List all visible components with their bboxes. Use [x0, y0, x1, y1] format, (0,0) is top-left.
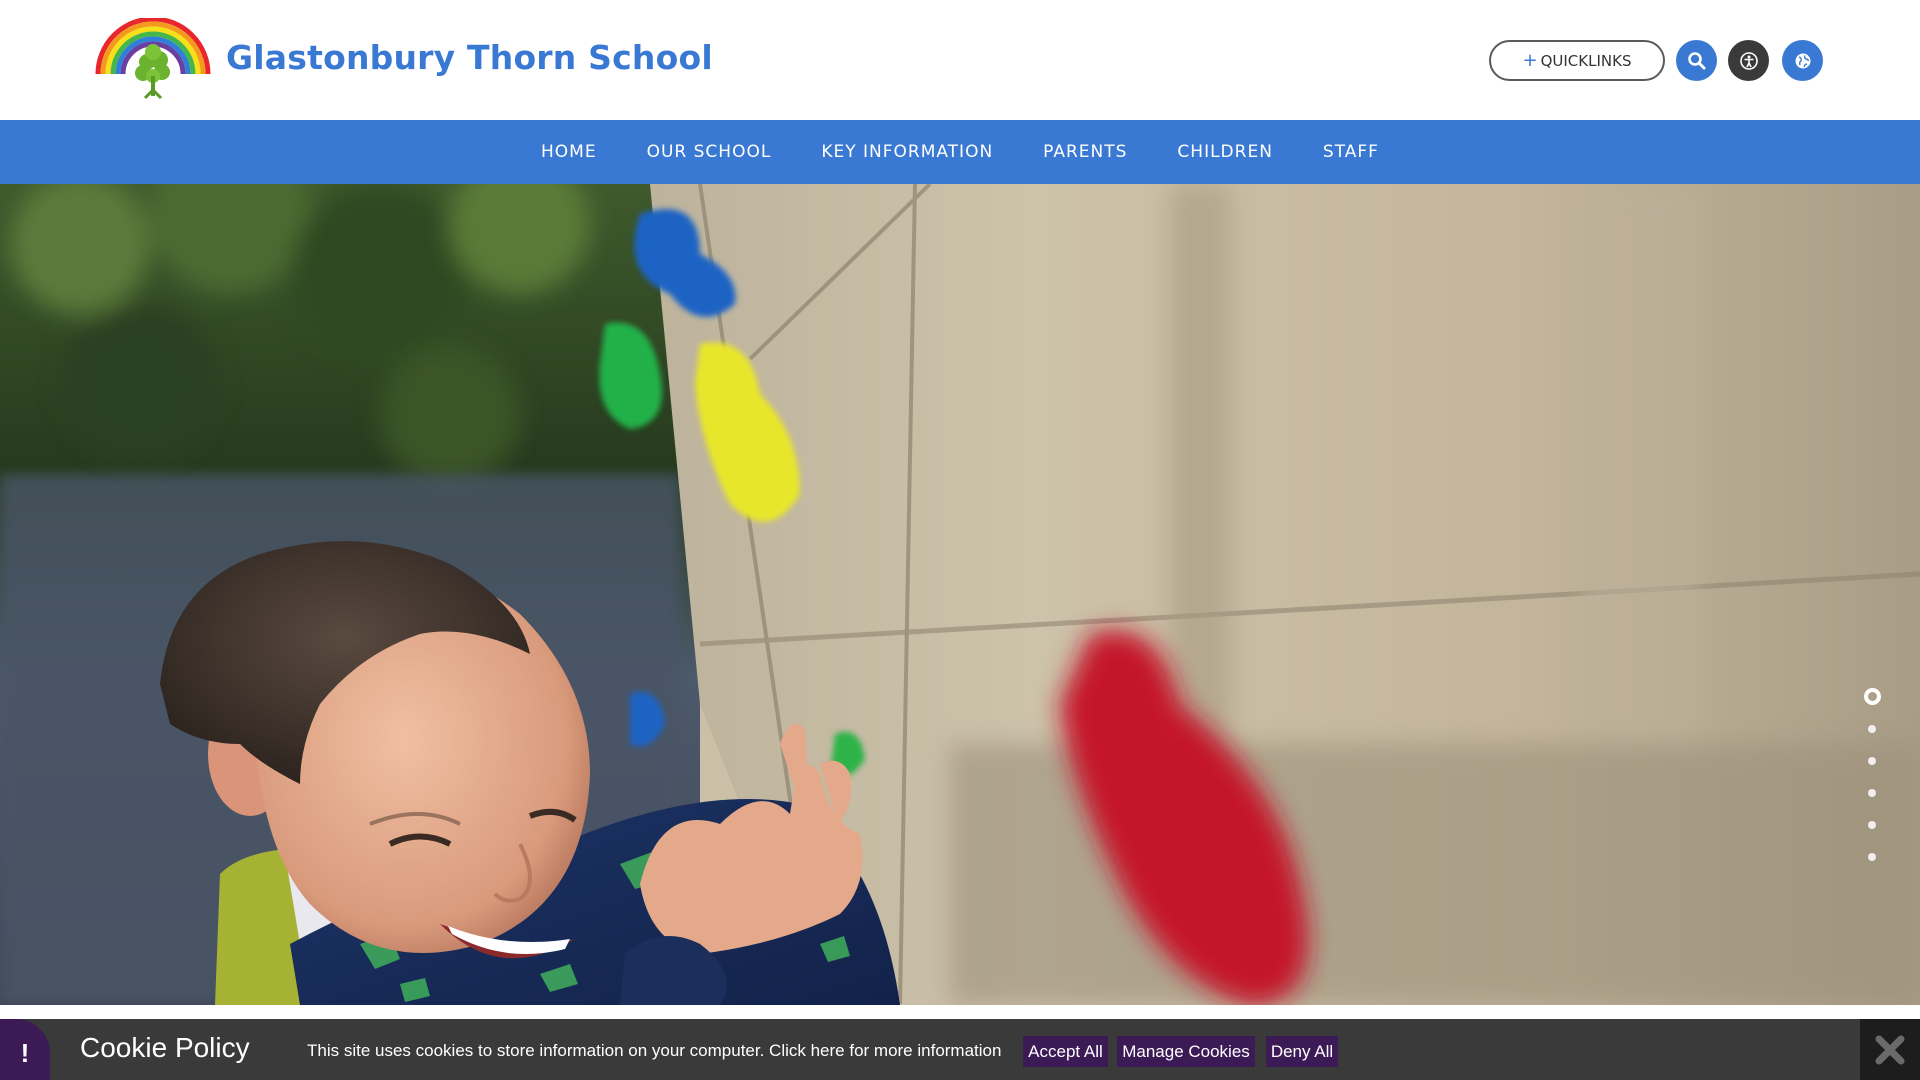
slide-dot-4[interactable] [1868, 789, 1876, 797]
main-navigation: HOME OUR SCHOOL KEY INFORMATION PARENTS … [0, 120, 1920, 184]
deny-all-button[interactable]: Deny All [1266, 1036, 1338, 1067]
slide-dot-6[interactable] [1868, 853, 1876, 861]
cookie-warning-icon: ! [0, 1019, 50, 1080]
slide-dot-2[interactable] [1868, 725, 1876, 733]
globe-icon [1795, 53, 1810, 68]
nav-item-key-information[interactable]: KEY INFORMATION [796, 142, 1018, 162]
accessibility-button[interactable] [1728, 40, 1769, 81]
translate-button[interactable] [1782, 40, 1823, 81]
slide-dot-1[interactable] [1863, 688, 1881, 705]
nav-item-home[interactable]: HOME [516, 142, 622, 162]
nav-item-parents[interactable]: PARENTS [1018, 142, 1152, 162]
content-divider [0, 1005, 1920, 1019]
school-name[interactable]: Glastonbury Thorn School [226, 38, 713, 77]
site-header: Glastonbury Thorn School + QUICKLINKS [0, 0, 1920, 120]
nav-item-children[interactable]: CHILDREN [1152, 142, 1298, 162]
nav-item-our-school[interactable]: OUR SCHOOL [622, 142, 797, 162]
accessibility-icon [1739, 51, 1758, 70]
manage-cookies-button[interactable]: Manage Cookies [1117, 1036, 1255, 1067]
hero-slideshow [0, 184, 1920, 1005]
cookie-title: Cookie Policy [80, 1032, 250, 1063]
school-logo[interactable] [95, 18, 211, 102]
slide-dot-3[interactable] [1868, 757, 1876, 765]
nav-item-staff[interactable]: STAFF [1298, 142, 1404, 162]
slide-dot-5[interactable] [1868, 821, 1876, 829]
cookie-info-link[interactable]: This site uses cookies to store informat… [307, 1041, 1001, 1061]
search-icon [1687, 51, 1705, 69]
cookie-close-button[interactable] [1860, 1019, 1920, 1080]
plus-icon: + [1522, 49, 1538, 71]
quicklinks-label: QUICKLINKS [1540, 51, 1632, 70]
hero-image [0, 184, 1920, 1005]
quicklinks-button[interactable]: + QUICKLINKS [1489, 40, 1665, 81]
close-icon [1875, 1035, 1905, 1064]
cookie-banner: ! Cookie Policy This site uses cookies t… [0, 1019, 1920, 1080]
search-button[interactable] [1676, 40, 1717, 81]
accept-all-button[interactable]: Accept All [1023, 1036, 1108, 1067]
slideshow-pagination [1862, 688, 1882, 885]
